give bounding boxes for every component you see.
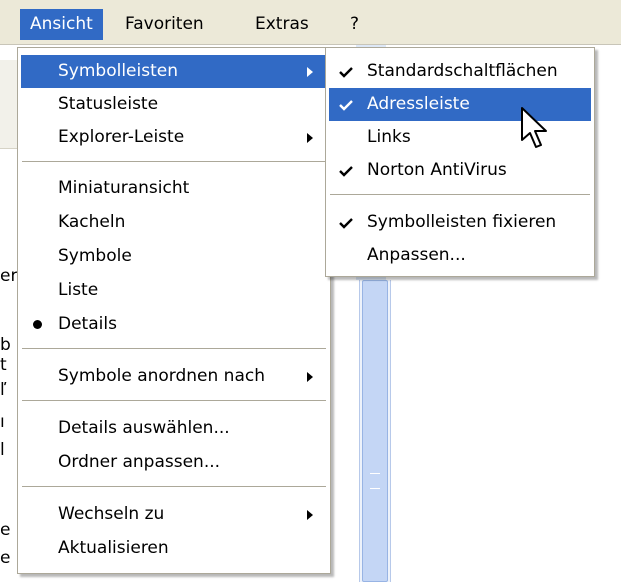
menu-item-liste[interactable]: Liste bbox=[21, 274, 327, 307]
submenu-item-label: Standardschaltflächen bbox=[367, 61, 558, 81]
background-text-fragment: l bbox=[0, 440, 5, 460]
menu-extras[interactable]: Extras bbox=[245, 9, 319, 40]
scrollbar-thumb[interactable] bbox=[362, 280, 388, 582]
menu-item-label: Symbole bbox=[58, 246, 132, 266]
menu-item-label: Details auswählen... bbox=[58, 418, 230, 438]
submenu-item-norton-antivirus[interactable]: Norton AntiVirus bbox=[329, 154, 591, 187]
menu-item-label: Liste bbox=[58, 280, 99, 300]
view-menu: Symbolleisten Statusleiste Explorer-Leis… bbox=[17, 47, 331, 574]
menu-item-wechseln-zu[interactable]: Wechseln zu bbox=[21, 498, 327, 531]
menu-item-symbolleisten[interactable]: Symbolleisten bbox=[21, 55, 327, 88]
submenu-item-anpassen[interactable]: Anpassen... bbox=[329, 239, 591, 272]
menu-item-label: Kacheln bbox=[58, 212, 126, 232]
menu-help[interactable]: ? bbox=[340, 9, 369, 40]
submenu-item-label: Adressleiste bbox=[367, 94, 470, 114]
menu-item-label: Explorer-Leiste bbox=[58, 127, 185, 147]
menu-item-aktualisieren[interactable]: Aktualisieren bbox=[21, 532, 327, 565]
menu-ansicht[interactable]: Ansicht bbox=[20, 9, 103, 40]
chevron-right-icon bbox=[307, 133, 313, 143]
submenu-item-label: Links bbox=[367, 127, 411, 147]
background-text-fragment: b bbox=[0, 335, 11, 355]
menu-item-explorer-leiste[interactable]: Explorer-Leiste bbox=[21, 121, 327, 154]
background-text-fragment: ľ bbox=[0, 380, 7, 400]
background-scrollbar[interactable] bbox=[359, 280, 391, 582]
menu-item-statusleiste[interactable]: Statusleiste bbox=[21, 88, 327, 121]
menu-item-label: Details bbox=[58, 314, 117, 334]
check-icon bbox=[339, 100, 353, 111]
menu-item-label: Miniaturansicht bbox=[58, 178, 190, 198]
menu-item-label: Statusleiste bbox=[58, 94, 159, 114]
menu-item-ordner-anpassen[interactable]: Ordner anpassen... bbox=[21, 446, 327, 479]
mouse-pointer-icon bbox=[521, 107, 547, 148]
chevron-right-icon bbox=[307, 372, 313, 382]
menu-item-label: Symbole anordnen nach bbox=[58, 366, 265, 386]
menu-separator bbox=[22, 486, 326, 487]
submenu-item-symbolleisten-fixieren[interactable]: Symbolleisten fixieren bbox=[329, 206, 591, 239]
menu-separator bbox=[22, 400, 326, 401]
background-text-fragment: e bbox=[0, 548, 11, 568]
background-text-fragment: ı bbox=[0, 412, 5, 432]
menu-item-details[interactable]: Details bbox=[21, 308, 327, 341]
submenu-item-label: Symbolleisten fixieren bbox=[367, 212, 557, 232]
menu-item-kacheln[interactable]: Kacheln bbox=[21, 206, 327, 239]
background-text-fragment: e bbox=[0, 520, 11, 540]
menu-item-symbole[interactable]: Symbole bbox=[21, 240, 327, 273]
chevron-right-icon bbox=[307, 510, 313, 520]
menu-item-label: Ordner anpassen... bbox=[58, 452, 221, 472]
menu-item-label: Wechseln zu bbox=[58, 504, 165, 524]
chevron-right-icon bbox=[307, 67, 313, 77]
menu-bar: Ansicht Favoriten Extras ? bbox=[0, 0, 621, 45]
background-text-fragment: er bbox=[0, 266, 18, 286]
bullet-icon bbox=[33, 320, 42, 329]
menu-separator bbox=[22, 161, 326, 162]
check-icon bbox=[339, 67, 353, 78]
menu-item-miniaturansicht[interactable]: Miniaturansicht bbox=[21, 172, 327, 205]
menu-item-label: Symbolleisten bbox=[58, 61, 178, 81]
menu-item-symbole-anordnen-nach[interactable]: Symbole anordnen nach bbox=[21, 360, 327, 393]
menu-item-details-auswaehlen[interactable]: Details auswählen... bbox=[21, 412, 327, 445]
menu-separator bbox=[330, 194, 590, 195]
scrollbar-grip-icon bbox=[370, 473, 380, 489]
menu-separator bbox=[22, 348, 326, 349]
menu-item-label: Aktualisieren bbox=[58, 538, 169, 558]
check-icon bbox=[339, 166, 353, 177]
background-text-fragment: t bbox=[0, 355, 7, 375]
submenu-item-label: Norton AntiVirus bbox=[367, 160, 507, 180]
check-icon bbox=[339, 218, 353, 229]
toolbars-submenu: Standardschaltflächen Adressleiste Links… bbox=[325, 47, 595, 277]
submenu-item-label: Anpassen... bbox=[367, 245, 466, 265]
submenu-item-standardschaltflaechen[interactable]: Standardschaltflächen bbox=[329, 55, 591, 88]
menu-favoriten[interactable]: Favoriten bbox=[115, 9, 214, 40]
